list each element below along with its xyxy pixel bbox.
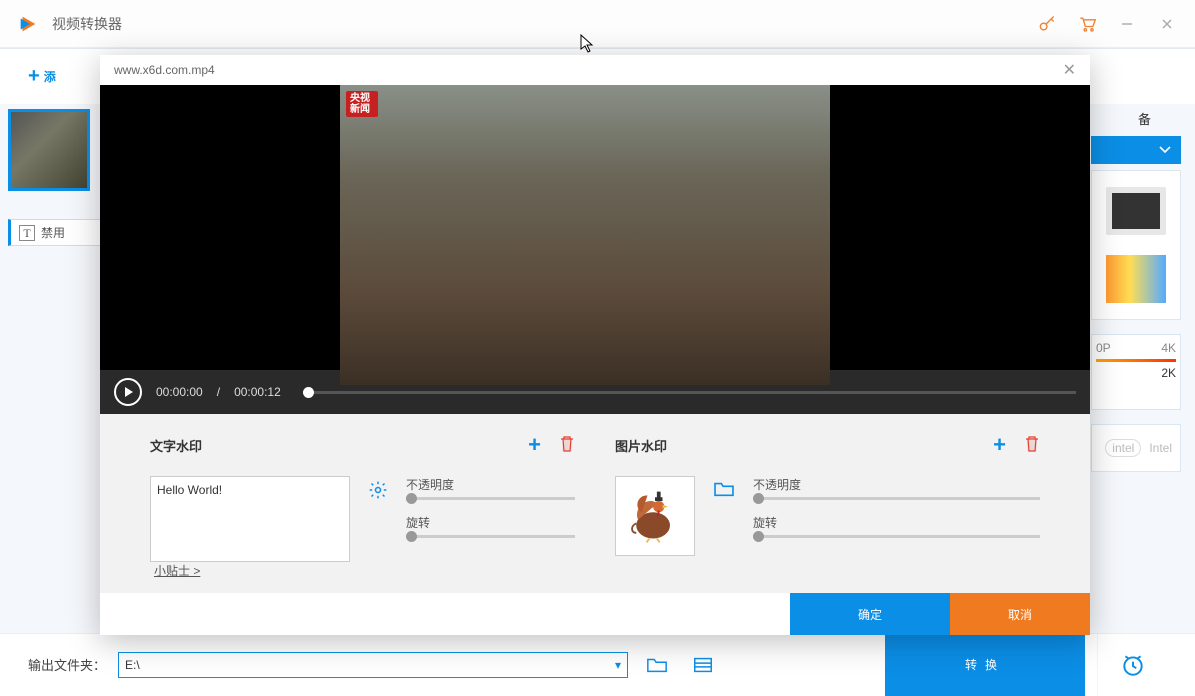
video-player bbox=[100, 85, 1090, 370]
plus-icon: + bbox=[28, 65, 40, 88]
text-opacity-row: 不透明度 bbox=[406, 476, 575, 500]
watermark-modal: www.x6d.com.mp4 ✕ 00:00:00 / 00:00:12 文字… bbox=[100, 55, 1090, 635]
bottom-bar: 输出文件夹： E:\ ▾ 转换 bbox=[0, 633, 1195, 695]
watermark-area: 文字水印 + 不透明度 旋转 bbox=[100, 414, 1090, 593]
image-opacity-label: 不透明度 bbox=[753, 476, 1040, 493]
image-wm-delete-button[interactable] bbox=[1024, 435, 1040, 456]
text-wm-settings-button[interactable] bbox=[368, 476, 388, 562]
output-folder-select[interactable]: E:\ ▾ bbox=[118, 652, 628, 678]
play-icon bbox=[125, 387, 133, 397]
text-wm-sliders: 不透明度 旋转 bbox=[406, 476, 575, 562]
schedule-button[interactable] bbox=[1097, 634, 1167, 696]
add-label: 添 bbox=[44, 68, 56, 85]
video-thumbnail[interactable] bbox=[8, 109, 90, 191]
intel-badge-icon: intel bbox=[1105, 439, 1141, 457]
seek-bar[interactable] bbox=[303, 391, 1076, 394]
format-box[interactable] bbox=[1091, 170, 1181, 320]
cart-icon[interactable] bbox=[1067, 4, 1107, 44]
text-rotate-row: 旋转 bbox=[406, 514, 575, 538]
add-file-button[interactable]: + 添 bbox=[28, 65, 56, 88]
device-label: 备 bbox=[1091, 109, 1181, 128]
quality-low: 0P bbox=[1096, 341, 1111, 355]
image-wm-preview[interactable] bbox=[615, 476, 695, 556]
left-thumbnail-panel: T 禁用 bbox=[8, 109, 104, 246]
right-panel: 备 0P 4K 2K intel Intel bbox=[1091, 109, 1181, 472]
play-button[interactable] bbox=[114, 378, 142, 406]
format-filmstrip-icon bbox=[1106, 255, 1166, 303]
ok-label: 确定 bbox=[858, 606, 882, 623]
image-rotate-slider[interactable] bbox=[753, 535, 1040, 538]
modal-filename: www.x6d.com.mp4 bbox=[114, 63, 215, 77]
modal-close-button[interactable]: ✕ bbox=[1063, 60, 1076, 80]
modal-titlebar: www.x6d.com.mp4 ✕ bbox=[100, 55, 1090, 85]
slider-handle[interactable] bbox=[753, 531, 764, 542]
image-rotate-row: 旋转 bbox=[753, 514, 1040, 538]
text-wm-title: 文字水印 bbox=[150, 436, 202, 455]
quality-box[interactable]: 0P 4K 2K bbox=[1091, 334, 1181, 410]
text-watermark-column: 文字水印 + 不透明度 旋转 bbox=[150, 432, 575, 593]
image-wm-header: 图片水印 + bbox=[615, 432, 1040, 458]
output-folder-label: 输出文件夹： bbox=[28, 655, 106, 674]
text-opacity-label: 不透明度 bbox=[406, 476, 575, 493]
image-opacity-slider[interactable] bbox=[753, 497, 1040, 500]
convert-button[interactable]: 转换 bbox=[885, 634, 1085, 696]
text-wm-add-button[interactable]: + bbox=[528, 432, 541, 458]
close-button[interactable] bbox=[1147, 4, 1187, 44]
disable-button[interactable]: T 禁用 bbox=[8, 219, 104, 246]
text-rotate-label: 旋转 bbox=[406, 514, 575, 531]
text-wm-input[interactable] bbox=[150, 476, 350, 562]
cpu-label: Intel bbox=[1149, 441, 1172, 455]
image-wm-add-button[interactable]: + bbox=[993, 432, 1006, 458]
image-rotate-label: 旋转 bbox=[753, 514, 1040, 531]
output-path: E:\ bbox=[125, 658, 140, 672]
time-current: 00:00:00 bbox=[156, 385, 203, 399]
cancel-button[interactable]: 取消 bbox=[950, 593, 1090, 635]
title-bar: 视频转换器 bbox=[0, 0, 1195, 48]
cancel-label: 取消 bbox=[1008, 606, 1032, 623]
quality-mid: 4K bbox=[1161, 341, 1176, 355]
disable-label: 禁用 bbox=[41, 224, 65, 241]
slider-handle[interactable] bbox=[406, 493, 417, 504]
list-button[interactable] bbox=[686, 650, 720, 680]
image-wm-browse-button[interactable] bbox=[713, 476, 735, 556]
time-total: 00:00:12 bbox=[234, 385, 281, 399]
minimize-button[interactable] bbox=[1107, 4, 1147, 44]
format-dropdown[interactable] bbox=[1091, 136, 1181, 164]
image-wm-body: 不透明度 旋转 bbox=[615, 476, 1040, 556]
quality-high: 2K bbox=[1096, 366, 1176, 380]
text-icon: T bbox=[19, 225, 35, 241]
video-frame[interactable] bbox=[340, 85, 830, 385]
key-icon[interactable] bbox=[1027, 4, 1067, 44]
modal-buttons: 确定 取消 bbox=[100, 593, 1090, 635]
ok-button[interactable]: 确定 bbox=[790, 593, 950, 635]
image-wm-sliders: 不透明度 旋转 bbox=[753, 476, 1040, 556]
app-logo-icon bbox=[16, 12, 40, 36]
image-wm-title: 图片水印 bbox=[615, 436, 667, 455]
quality-line bbox=[1096, 359, 1176, 362]
chevron-down-icon: ▾ bbox=[615, 658, 621, 672]
text-rotate-slider[interactable] bbox=[406, 535, 575, 538]
app-title: 视频转换器 bbox=[52, 14, 122, 34]
text-wm-delete-button[interactable] bbox=[559, 435, 575, 456]
text-wm-body: 不透明度 旋转 bbox=[150, 476, 575, 562]
seek-handle[interactable] bbox=[303, 387, 314, 398]
slider-handle[interactable] bbox=[753, 493, 764, 504]
image-opacity-row: 不透明度 bbox=[753, 476, 1040, 500]
format-preview-icon bbox=[1106, 187, 1166, 235]
tip-link[interactable]: 小贴士 > bbox=[154, 562, 200, 579]
open-folder-button[interactable] bbox=[640, 650, 674, 680]
convert-label: 转换 bbox=[965, 656, 1005, 673]
image-watermark-column: 图片水印 + bbox=[615, 432, 1040, 593]
slider-handle[interactable] bbox=[406, 531, 417, 542]
cpu-box: intel Intel bbox=[1091, 424, 1181, 472]
time-sep: / bbox=[217, 385, 220, 399]
text-opacity-slider[interactable] bbox=[406, 497, 575, 500]
text-wm-header: 文字水印 + bbox=[150, 432, 575, 458]
